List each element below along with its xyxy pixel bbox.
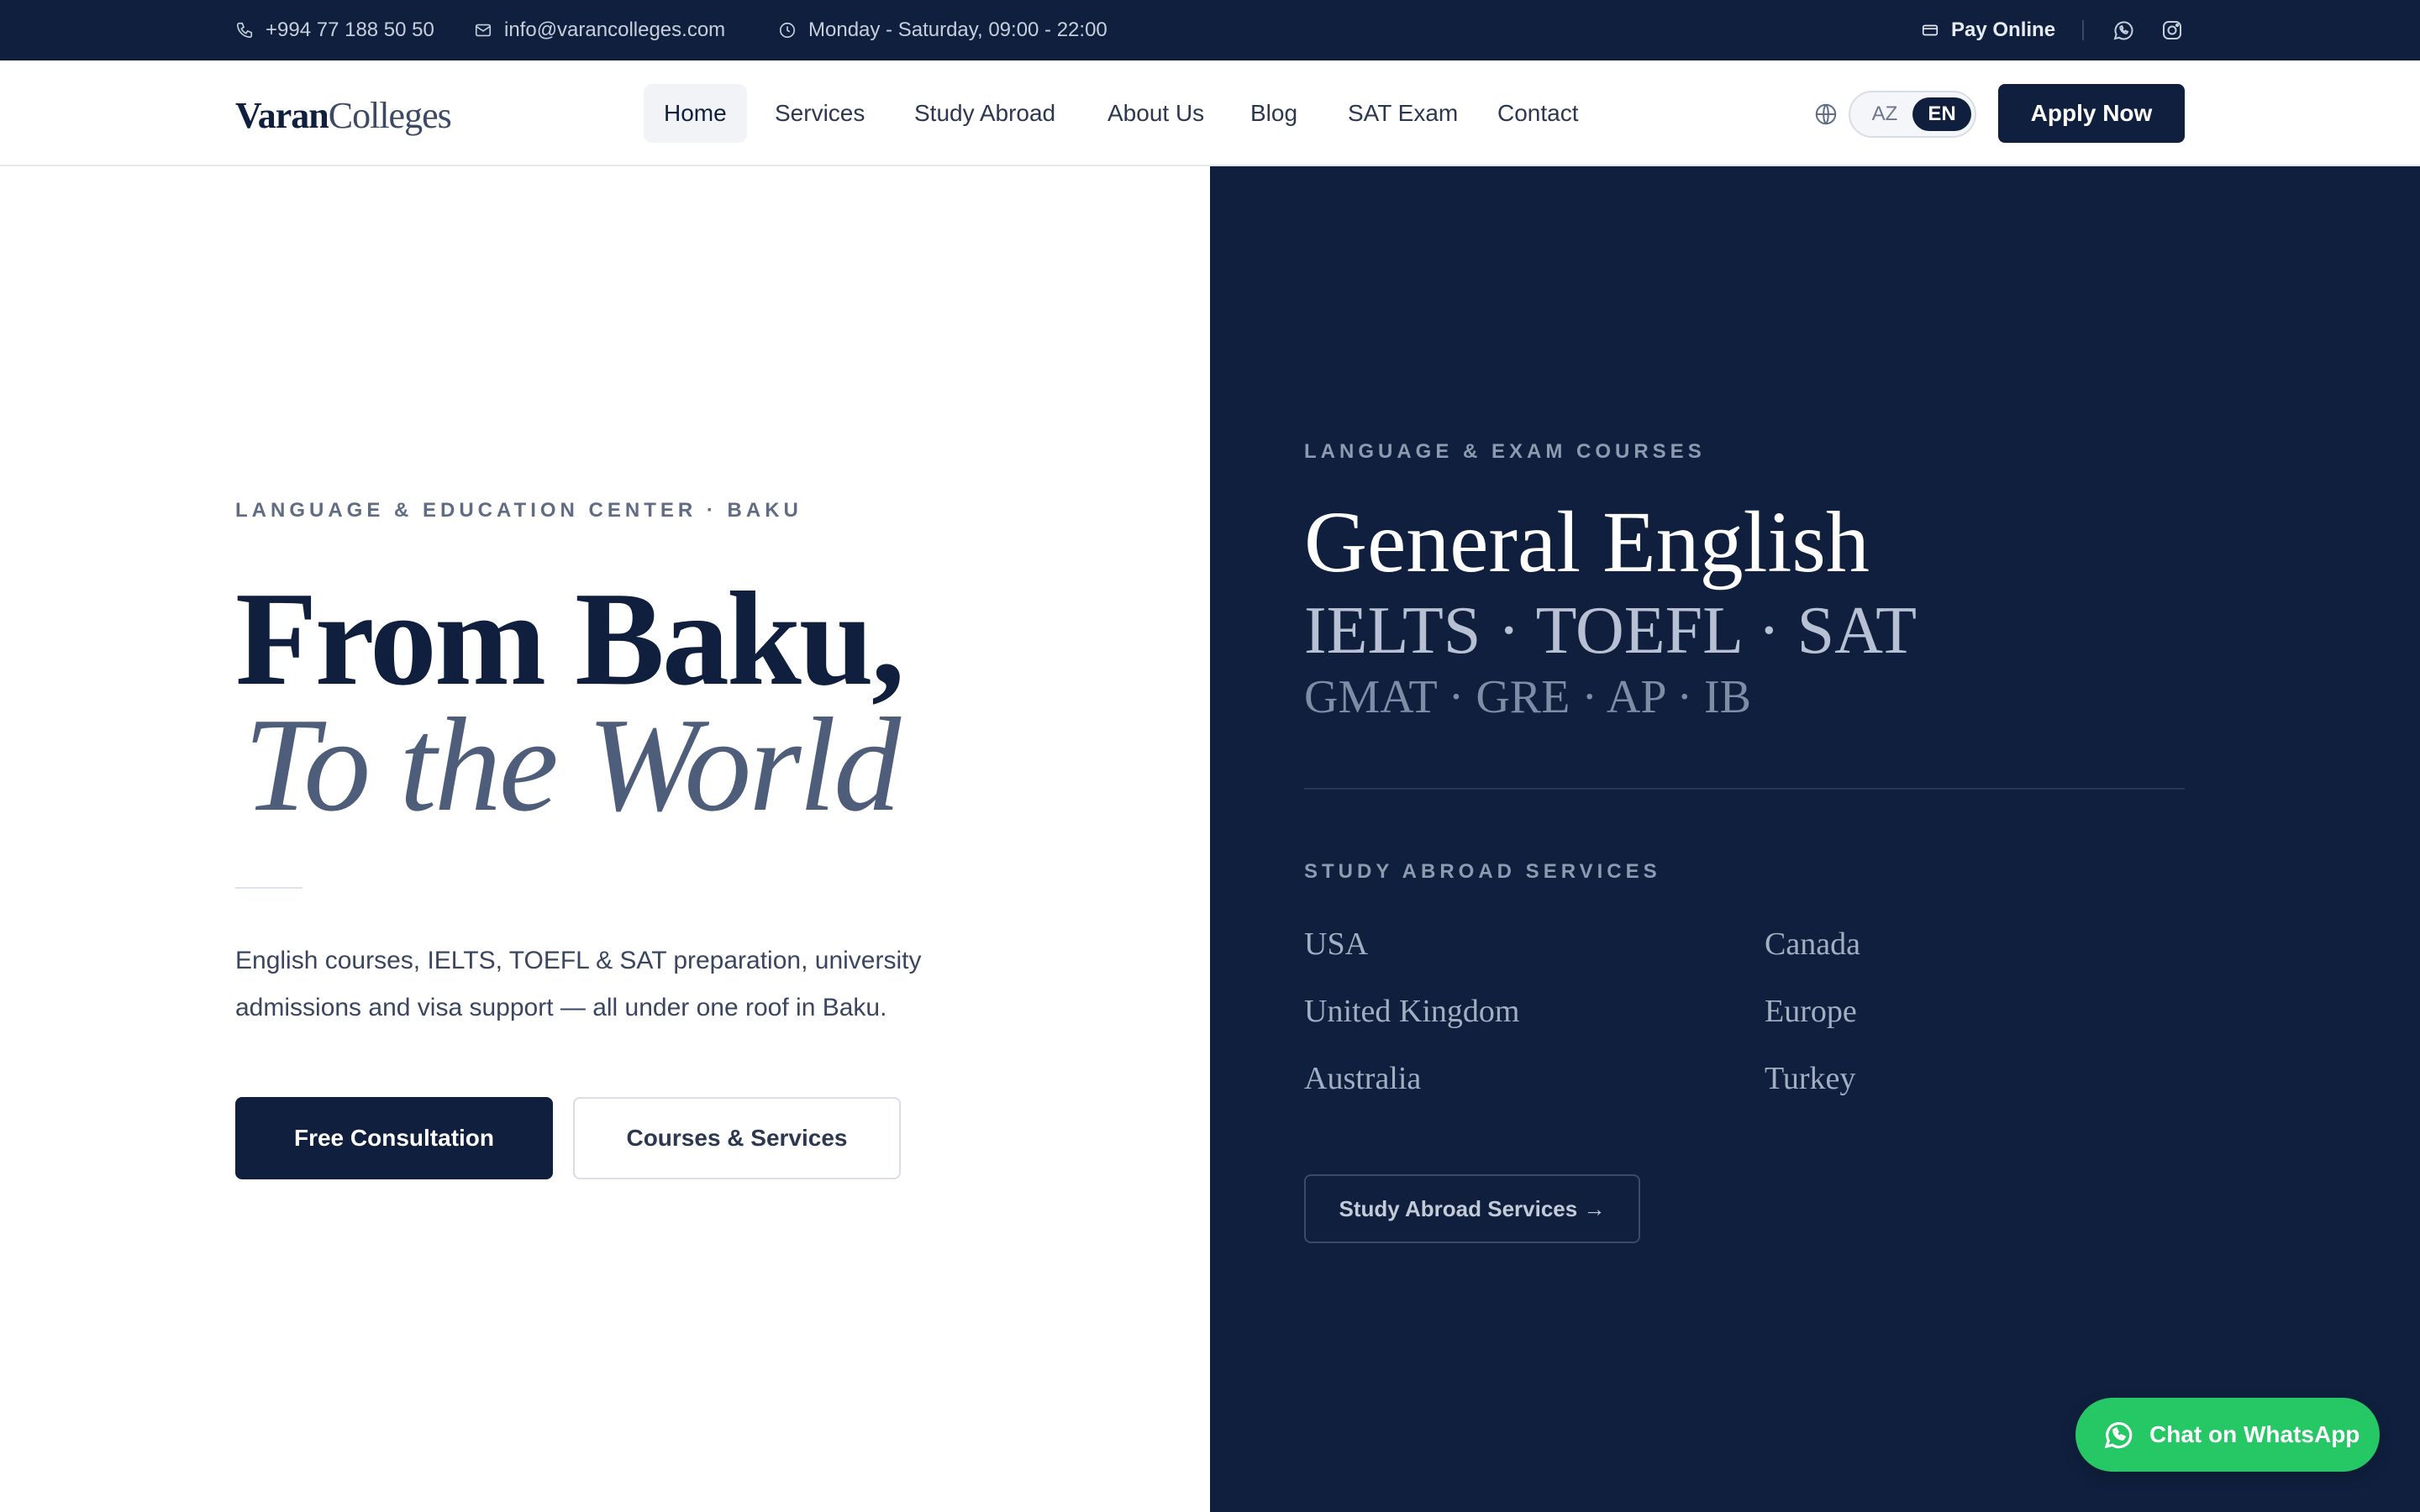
free-consultation-button[interactable]: Free Consultation	[235, 1097, 553, 1179]
courses-panel	[1210, 166, 2420, 1512]
study-abroad-services-button[interactable]: Study Abroad Services →	[1304, 1174, 1640, 1243]
course-general-english: General English	[1304, 494, 1870, 591]
country-united-kingdom[interactable]: United Kingdom	[1304, 993, 1519, 1030]
lang-az[interactable]: AZ	[1855, 97, 1914, 131]
credit-card-icon	[1921, 21, 1939, 39]
nav-blog[interactable]: Blog	[1230, 84, 1318, 143]
hero-title-line1: From Baku,	[235, 564, 905, 713]
top-bar: +994 77 188 50 50 info@varancolleges.com…	[0, 0, 2420, 60]
pay-online-link[interactable]: Pay Online	[1921, 0, 2055, 60]
instagram-icon[interactable]	[2160, 18, 2185, 43]
hero-lead: English courses, IELTS, TOEFL & SAT prep…	[235, 947, 922, 1021]
email-contact[interactable]: info@varancolleges.com	[474, 0, 725, 60]
globe-icon	[1813, 102, 1839, 127]
lang-en[interactable]: EN	[1912, 97, 1971, 131]
course-exams-secondary: GMAT · GRE · AP · IB	[1304, 671, 1752, 723]
nav-study-abroad[interactable]: Study Abroad	[894, 84, 1076, 143]
phone-icon	[235, 21, 254, 39]
hero-title-line2: To the World	[244, 690, 901, 839]
nav-sat-exam[interactable]: SAT Exam	[1328, 84, 1478, 143]
language-switcher: AZ EN	[1849, 91, 1976, 138]
opening-hours: Monday - Saturday, 09:00 - 22:00	[778, 0, 1107, 60]
phone-contact[interactable]: +994 77 188 50 50	[235, 0, 434, 60]
nav-home[interactable]: Home	[644, 84, 747, 143]
nav-contact[interactable]: Contact	[1477, 84, 1599, 143]
phone-text: +994 77 188 50 50	[266, 18, 434, 41]
country-usa[interactable]: USA	[1304, 926, 1368, 963]
logo-bold: Varan	[235, 95, 329, 136]
country-turkey[interactable]: Turkey	[1765, 1060, 1855, 1097]
mail-icon	[474, 21, 492, 39]
nav-about-us[interactable]: About Us	[1087, 84, 1224, 143]
email-text: info@varancolleges.com	[504, 18, 726, 41]
country-canada[interactable]: Canada	[1765, 926, 1860, 963]
nav-services[interactable]: Services	[755, 84, 885, 143]
apply-now-button[interactable]: Apply Now	[1998, 84, 2185, 143]
whatsapp-label: Chat on WhatsApp	[2149, 1421, 2360, 1447]
courses-eyebrow: LANGUAGE & EXAM COURSES	[1304, 440, 1706, 463]
hero-divider	[235, 887, 302, 889]
whatsapp-chat-button[interactable]: Chat on WhatsApp	[2075, 1398, 2380, 1472]
pay-online-label: Pay Online	[1951, 18, 2056, 41]
panel-divider	[1304, 788, 2185, 790]
site-logo[interactable]: VaranColleges	[235, 94, 452, 137]
whatsapp-icon[interactable]	[2111, 18, 2136, 43]
country-australia[interactable]: Australia	[1304, 1060, 1421, 1097]
whatsapp-icon	[2101, 1417, 2136, 1452]
study-abroad-eyebrow: STUDY ABROAD SERVICES	[1304, 860, 1661, 883]
main-navigation: VaranColleges Home Services Study Abroad…	[0, 60, 2420, 166]
clock-icon	[778, 21, 797, 39]
hero-eyebrow: LANGUAGE & EDUCATION CENTER · BAKU	[235, 499, 802, 522]
country-europe[interactable]: Europe	[1765, 993, 1857, 1030]
courses-services-button[interactable]: Courses & Services	[573, 1097, 901, 1179]
logo-light: Colleges	[328, 95, 452, 136]
course-exams-primary: IELTS · TOEFL · SAT	[1304, 594, 1917, 668]
hours-text: Monday - Saturday, 09:00 - 22:00	[808, 18, 1107, 41]
topbar-divider	[2082, 20, 2084, 40]
